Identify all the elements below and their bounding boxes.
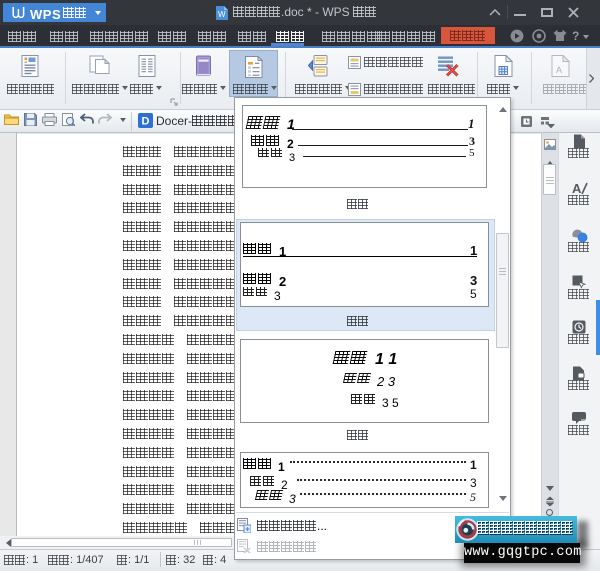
svg-text:A: A [572,181,582,196]
svg-text:A: A [556,65,562,75]
svg-text:D: D [142,116,150,128]
svg-text:W: W [218,10,226,19]
